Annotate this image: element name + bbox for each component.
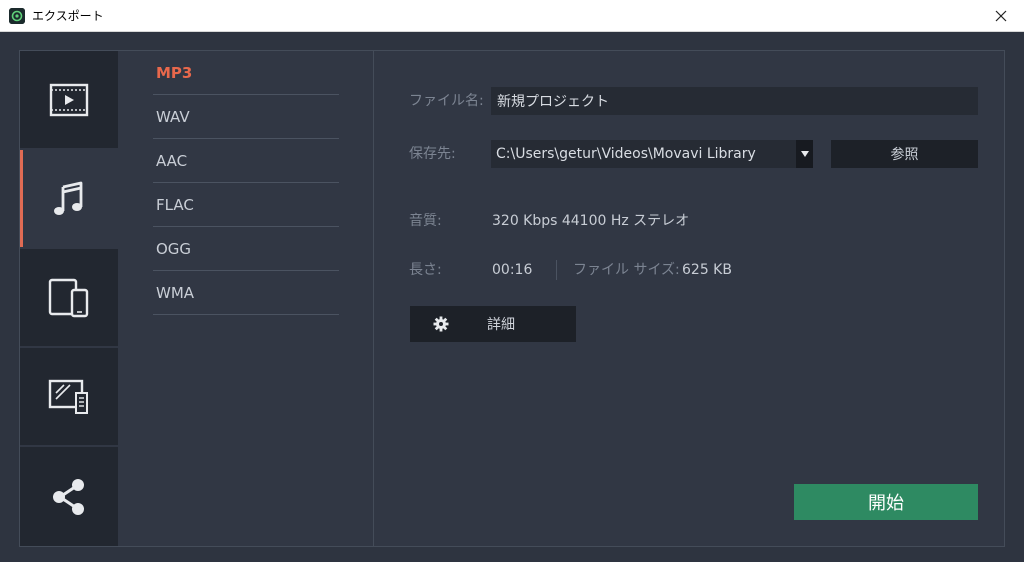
quality-label: 音質: bbox=[409, 213, 442, 229]
format-item-wma[interactable]: WMA bbox=[153, 271, 339, 315]
advanced-settings-label: 詳細 bbox=[487, 317, 515, 333]
format-item-aac[interactable]: AAC bbox=[153, 139, 339, 183]
start-export-button[interactable]: 開始 bbox=[794, 484, 978, 520]
app-logo-icon bbox=[9, 8, 25, 24]
music-note-icon bbox=[54, 181, 83, 215]
file-name-input[interactable] bbox=[491, 87, 978, 115]
file-size-label: ファイル サイズ: bbox=[573, 262, 680, 278]
sidebar-item-audio[interactable] bbox=[20, 150, 118, 247]
sidebar-item-video[interactable] bbox=[20, 51, 118, 148]
film-icon bbox=[49, 83, 89, 116]
export-panel: MP3 WAV AAC FLAC OGG WMA ファイル名: 保存先: C:\… bbox=[19, 50, 1005, 547]
share-icon bbox=[53, 478, 84, 515]
format-item-flac[interactable]: FLAC bbox=[153, 183, 339, 227]
file-name-label: ファイル名: bbox=[409, 93, 484, 109]
close-icon bbox=[995, 10, 1007, 22]
panel-divider bbox=[373, 51, 374, 546]
export-category-sidebar bbox=[20, 51, 118, 546]
format-item-mp3[interactable]: MP3 bbox=[153, 51, 339, 95]
close-button[interactable] bbox=[978, 0, 1024, 32]
format-item-wav[interactable]: WAV bbox=[153, 95, 339, 139]
sidebar-item-share[interactable] bbox=[20, 447, 118, 546]
length-value: 00:16 bbox=[492, 262, 533, 278]
title-bar: エクスポート bbox=[0, 0, 1024, 32]
advanced-settings-button[interactable]: 詳細 bbox=[410, 306, 576, 342]
quality-value: 320 Kbps 44100 Hz ステレオ bbox=[492, 213, 690, 229]
sidebar-item-devices[interactable] bbox=[20, 249, 118, 346]
save-path-value: C:\Users\getur\Videos\Movavi Library bbox=[496, 146, 756, 162]
gear-icon bbox=[433, 316, 449, 332]
dropdown-arrow-icon[interactable] bbox=[796, 140, 813, 168]
length-label: 長さ: bbox=[409, 262, 442, 278]
save-path-dropdown[interactable]: C:\Users\getur\Videos\Movavi Library bbox=[491, 140, 813, 168]
window-body: MP3 WAV AAC FLAC OGG WMA ファイル名: 保存先: C:\… bbox=[0, 32, 1024, 562]
audio-format-list: MP3 WAV AAC FLAC OGG WMA bbox=[153, 51, 339, 315]
info-separator bbox=[556, 260, 557, 280]
save-to-label: 保存先: bbox=[409, 146, 456, 162]
browse-button[interactable]: 参照 bbox=[831, 140, 978, 168]
file-size-value: 625 KB bbox=[682, 262, 732, 278]
devices-icon bbox=[48, 278, 89, 317]
tv-icon bbox=[48, 379, 88, 414]
sidebar-item-tv[interactable] bbox=[20, 348, 118, 445]
format-item-ogg[interactable]: OGG bbox=[153, 227, 339, 271]
window-title: エクスポート bbox=[32, 9, 104, 23]
